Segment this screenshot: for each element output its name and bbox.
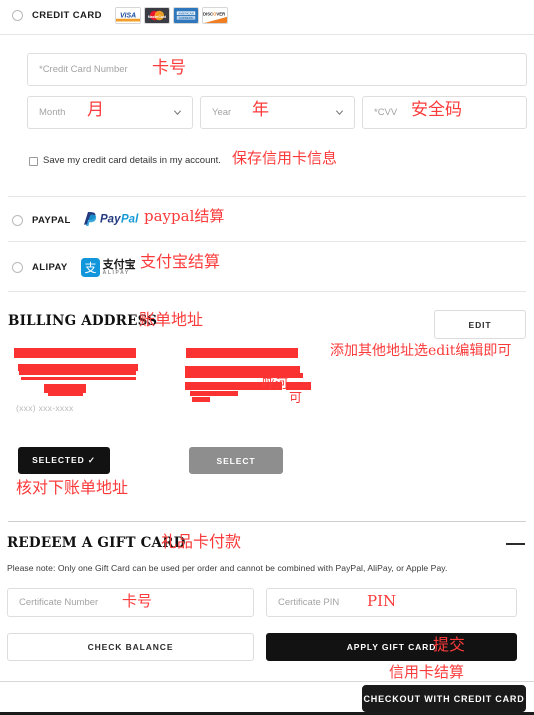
radio-paypal[interactable] bbox=[12, 214, 23, 226]
certificate-pin-placeholder: Certificate PIN bbox=[278, 597, 340, 608]
annotation-verify-address: 核对下账单地址 bbox=[16, 478, 129, 497]
address-selected-button[interactable]: SELECTED ✓ bbox=[18, 447, 110, 474]
checkout-with-credit-card-button[interactable]: CHECKOUT WITH CREDIT CARD bbox=[362, 685, 526, 712]
amex-logo: AMERICAN EXPRESS bbox=[172, 6, 199, 24]
edit-address-button[interactable]: EDIT bbox=[434, 310, 526, 339]
collapse-minus-icon[interactable] bbox=[506, 543, 525, 545]
save-card-checkbox[interactable] bbox=[29, 157, 38, 166]
redaction-bar bbox=[21, 377, 136, 380]
visa-logo: VISA bbox=[114, 6, 141, 24]
expiry-month-select[interactable]: Month bbox=[27, 96, 193, 129]
divider-gift-card-top bbox=[8, 521, 526, 522]
alipay-logo-subtext: ALIPAY bbox=[102, 269, 130, 276]
svg-text:VISA: VISA bbox=[120, 12, 136, 19]
certificate-pin-input[interactable]: Certificate PIN bbox=[266, 588, 517, 617]
billing-phone-obscured: (xxx) xxx-xxxx bbox=[16, 403, 74, 413]
divider-paypal-top bbox=[8, 196, 526, 197]
save-card-label: Save my credit card details in my accoun… bbox=[43, 155, 221, 166]
expiry-year-placeholder: Year bbox=[212, 107, 232, 118]
payment-method-label-credit-card: CREDIT CARD bbox=[32, 9, 102, 21]
alipay-logo: 支 支付宝 ALIPAY bbox=[80, 257, 136, 277]
svg-text:Pal: Pal bbox=[121, 213, 139, 225]
certificate-number-placeholder: Certificate Number bbox=[19, 597, 99, 608]
billing-address-title: BILLING ADDRESS bbox=[8, 313, 158, 329]
divider-checkout-top bbox=[0, 681, 534, 682]
svg-text:Pay: Pay bbox=[100, 213, 121, 225]
checkout-payment-page: CREDIT CARD VISA MasterCard AMERICAN EXP… bbox=[0, 0, 534, 715]
certificate-number-input[interactable]: Certificate Number bbox=[7, 588, 254, 617]
payment-method-credit-card[interactable]: CREDIT CARD VISA MasterCard AMERICAN EXP… bbox=[0, 5, 534, 25]
radio-alipay[interactable] bbox=[12, 261, 23, 273]
redaction-bar bbox=[186, 348, 298, 358]
redaction-bar bbox=[185, 366, 300, 373]
chevron-down-icon bbox=[173, 109, 182, 115]
redaction-bar bbox=[48, 392, 83, 396]
gift-card-note: Please note: Only one Gift Card can be u… bbox=[7, 563, 448, 573]
payment-method-paypal[interactable]: PAYPAL Pay Pal bbox=[0, 210, 534, 230]
chevron-down-icon bbox=[335, 109, 344, 115]
annotation-checkout: 信用卡结算 bbox=[389, 663, 465, 681]
redaction-bar bbox=[185, 382, 282, 390]
gift-card-title: REDEEM A GIFT CARD bbox=[7, 535, 186, 551]
payment-method-alipay[interactable]: ALIPAY 支 支付宝 ALIPAY bbox=[0, 256, 534, 278]
svg-text:MasterCard: MasterCard bbox=[148, 14, 166, 18]
annotation-address-overlap-2: 可 bbox=[289, 391, 303, 406]
alipay-logo-text: 支付宝 bbox=[102, 257, 136, 271]
svg-text:AMERICAN: AMERICAN bbox=[178, 11, 193, 15]
redaction-bar bbox=[190, 391, 238, 396]
check-balance-button[interactable]: CHECK BALANCE bbox=[7, 633, 254, 661]
expiry-month-placeholder: Month bbox=[39, 107, 66, 118]
redaction-bar bbox=[286, 382, 311, 390]
discover-logo: DISCOVER bbox=[201, 6, 228, 24]
redaction-bar bbox=[18, 364, 138, 371]
svg-text:支: 支 bbox=[84, 261, 96, 275]
credit-card-number-input[interactable]: *Credit Card Number bbox=[27, 53, 527, 86]
divider-alipay-top bbox=[8, 241, 526, 242]
redaction-bar bbox=[185, 373, 303, 378]
expiry-year-select[interactable]: Year bbox=[200, 96, 355, 129]
redaction-bar bbox=[192, 397, 210, 402]
cvv-input[interactable]: *CVV bbox=[362, 96, 527, 129]
annotation-save-card: 保存信用卡信息 bbox=[232, 149, 338, 167]
divider-billing-top bbox=[8, 291, 526, 292]
cvv-placeholder: *CVV bbox=[374, 107, 398, 118]
mastercard-logo: MasterCard bbox=[143, 6, 170, 24]
apply-gift-card-button[interactable]: APPLY GIFT CARD bbox=[266, 633, 517, 661]
redaction-bar bbox=[19, 371, 136, 375]
radio-credit-card[interactable] bbox=[12, 9, 23, 21]
redaction-bar bbox=[14, 348, 136, 358]
svg-text:DISCOVER: DISCOVER bbox=[203, 11, 225, 16]
address-select-button[interactable]: SELECT bbox=[189, 447, 283, 474]
paypal-logo: Pay Pal bbox=[83, 210, 143, 231]
svg-text:EXPRESS: EXPRESS bbox=[179, 16, 193, 20]
annotation-edit-address: 添加其他地址选edit编辑即可 bbox=[330, 343, 512, 359]
payment-method-label-alipay: ALIPAY bbox=[32, 261, 68, 273]
card-brand-logos: VISA MasterCard AMERICAN EXPRESS DISCOVE… bbox=[114, 6, 228, 24]
divider-credit-card bbox=[0, 34, 534, 35]
credit-card-number-placeholder: *Credit Card Number bbox=[39, 64, 128, 75]
payment-method-label-paypal: PAYPAL bbox=[32, 214, 71, 226]
